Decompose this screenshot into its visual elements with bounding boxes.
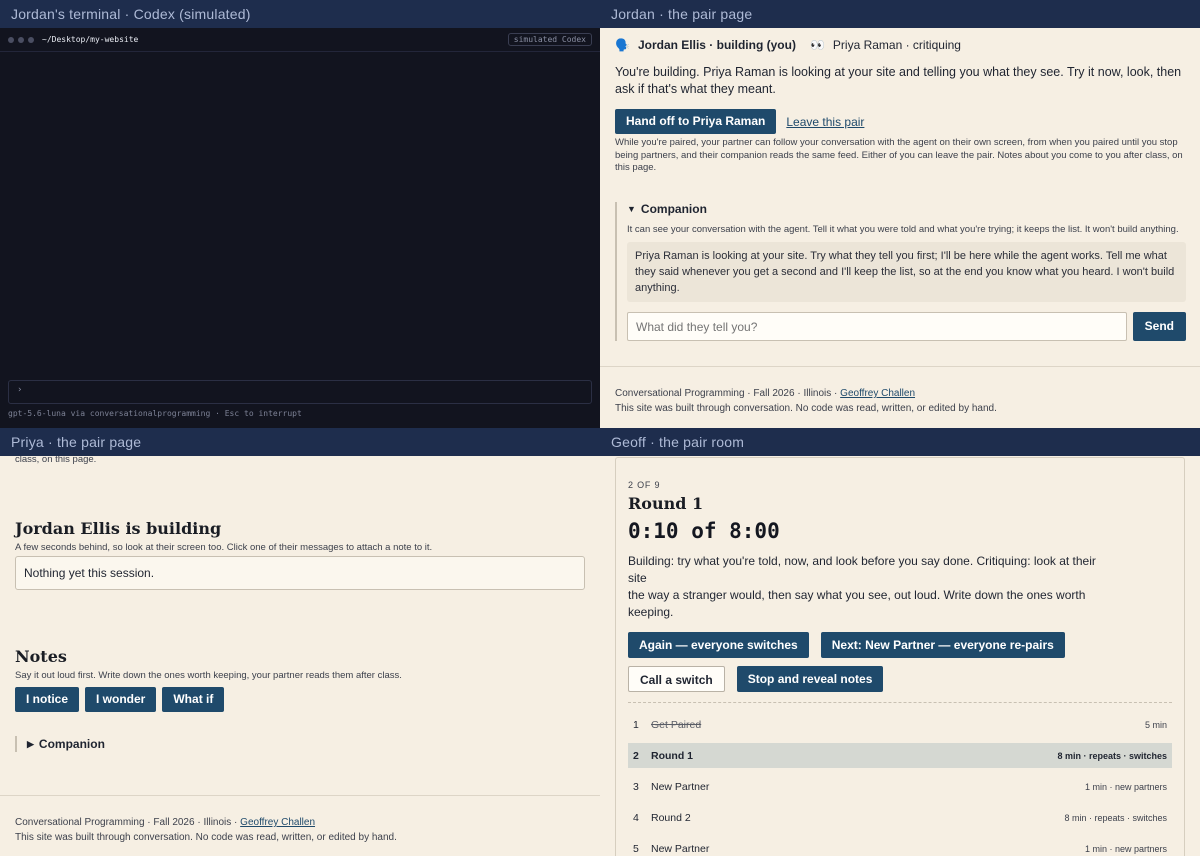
pair-privacy-note: While you're paired, your partner can fo… <box>615 137 1183 173</box>
footer-term: Fall 2026 <box>753 388 795 399</box>
jordan-panel: Jordan · the pair page 🗣️ Jordan Ellis ·… <box>600 0 1200 428</box>
scrolled-text: class, on this page. <box>15 456 97 464</box>
role-instructions: You're building. Priya Raman is looking … <box>615 65 1182 96</box>
panel-title: Priya · the pair page <box>0 428 600 456</box>
jordan-pair-page: 🗣️ Jordan Ellis · building (you) 👀 Priya… <box>600 28 1200 428</box>
schedule-item-current[interactable]: 2 Round 1 8 min · repeats · switches <box>628 743 1172 768</box>
send-button[interactable]: Send <box>1132 312 1186 341</box>
companion-message: Priya Raman is looking at your site. Try… <box>627 242 1186 302</box>
speaking-head-icon: 🗣️ <box>615 38 630 52</box>
footer-author-link[interactable]: Geoffrey Challen <box>240 817 315 828</box>
site-footer: Conversational Programming · Fall 2026 ·… <box>0 795 600 845</box>
i-wonder-button[interactable]: I wonder <box>85 687 157 712</box>
terminal-panel: Jordan's terminal · Codex (simulated) ~/… <box>0 0 600 428</box>
footer-course: Conversational Programming <box>15 817 145 828</box>
footer-term: Fall 2026 <box>153 817 195 828</box>
schedule-item[interactable]: 1 Get Paired 5 min <box>628 712 1172 737</box>
pair-header: 🗣️ Jordan Ellis · building (you) 👀 Priya… <box>615 38 1186 52</box>
companion-toggle[interactable]: ▶ Companion <box>15 736 585 752</box>
what-if-button[interactable]: What if <box>162 687 225 712</box>
panel-title: Jordan · the pair page <box>600 0 1200 28</box>
terminal-status: gpt-5.6-luna via conversationalprogrammi… <box>8 409 302 418</box>
companion-section: ▼ Companion It can see your conversation… <box>615 201 1186 341</box>
notes-subtext: Say it out loud first. Write down the on… <box>15 670 402 681</box>
divider <box>628 702 1172 703</box>
round-card: 2 OF 9 Round 1 0:10 of 8:00 Building: tr… <box>615 457 1185 856</box>
next-button[interactable]: Next: New Partner — everyone re-pairs <box>820 632 1065 658</box>
maximize-dot-icon[interactable] <box>28 36 34 43</box>
eyes-icon: 👀 <box>809 38 825 52</box>
close-dot-icon[interactable] <box>8 36 14 43</box>
footer-school: Illinois <box>203 817 232 828</box>
round-title: Round 1 <box>628 494 704 513</box>
round-timer: 0:10 of 8:00 <box>628 519 780 543</box>
round-description: Building: try what you're told, now, and… <box>628 554 1096 619</box>
schedule-list: 1 Get Paired 5 min 2 Round 1 8 min · rep… <box>628 712 1172 856</box>
building-heading: Jordan Ellis is building <box>15 519 222 538</box>
i-notice-button[interactable]: I notice <box>15 687 80 712</box>
panel-title: Jordan's terminal · Codex (simulated) <box>0 0 600 28</box>
hand-off-button[interactable]: Hand off to Priya Raman <box>615 109 777 134</box>
simulated-badge: simulated Codex <box>507 33 592 46</box>
again-button[interactable]: Again — everyone switches <box>628 632 809 658</box>
stop-reveal-button[interactable]: Stop and reveal notes <box>736 666 884 692</box>
partner-role-label: Priya Raman · critiquing <box>832 38 961 52</box>
schedule-item[interactable]: 5 New Partner 1 min · new partners <box>628 836 1172 856</box>
call-switch-button[interactable]: Call a switch <box>628 666 725 692</box>
building-subtext: A few seconds behind, so look at their s… <box>15 542 433 553</box>
schedule-item[interactable]: 4 Round 2 8 min · repeats · switches <box>628 805 1172 830</box>
round-counter: 2 OF 9 <box>628 480 661 490</box>
terminal-input[interactable]: › <box>8 380 592 404</box>
site-footer: Conversational Programming · Fall 2026 ·… <box>600 366 1200 416</box>
companion-heading: Companion <box>38 737 105 751</box>
schedule-item[interactable]: 3 New Partner 1 min · new partners <box>628 774 1172 799</box>
footer-author-link[interactable]: Geoffrey Challen <box>840 388 915 399</box>
triangle-right-icon: ▶ <box>27 738 34 749</box>
footer-course: Conversational Programming <box>615 388 745 399</box>
window-controls <box>8 36 34 43</box>
terminal-window: ~/Desktop/my-website simulated Codex › g… <box>0 28 600 428</box>
panel-title: Geoff · the pair room <box>600 428 1200 456</box>
geoff-pair-room: 2 OF 9 Round 1 0:10 of 8:00 Building: tr… <box>600 456 1200 856</box>
companion-toggle[interactable]: ▼ Companion <box>627 202 1186 216</box>
footer-school: Illinois <box>803 388 832 399</box>
partner-feed[interactable]: Nothing yet this session. <box>15 556 585 590</box>
companion-heading: Companion <box>640 201 707 216</box>
footer-credit: This site was built through conversation… <box>15 832 397 843</box>
self-role-label: Jordan Ellis · building (you) <box>637 38 796 52</box>
notes-heading: Notes <box>15 647 67 666</box>
triangle-down-icon: ▼ <box>627 203 636 214</box>
geoff-panel: Geoff · the pair room 2 OF 9 Round 1 0:1… <box>600 428 1200 856</box>
terminal-titlebar: ~/Desktop/my-website simulated Codex <box>0 28 600 52</box>
leave-pair-link[interactable]: Leave this pair <box>786 115 864 129</box>
companion-input[interactable] <box>627 312 1127 341</box>
priya-pair-page: class, on this page. Jordan Ellis is bui… <box>0 456 600 856</box>
priya-panel: Priya · the pair page class, on this pag… <box>0 428 600 856</box>
footer-credit: This site was built through conversation… <box>615 403 997 414</box>
terminal-path: ~/Desktop/my-website <box>42 35 139 44</box>
companion-description: It can see your conversation with the ag… <box>627 223 1179 235</box>
minimize-dot-icon[interactable] <box>18 36 24 43</box>
